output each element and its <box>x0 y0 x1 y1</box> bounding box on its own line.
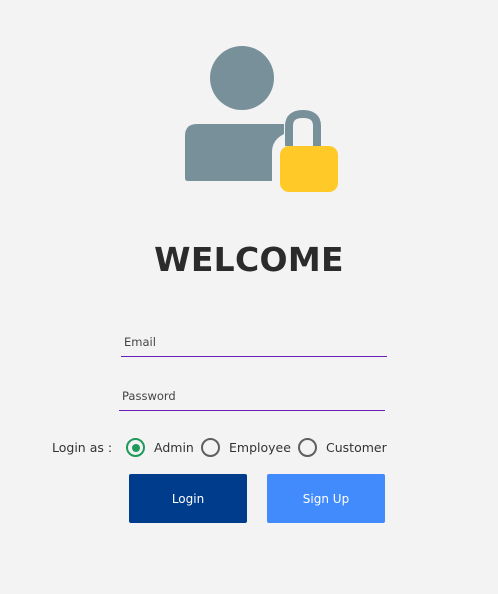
login-as-label: Login as : <box>52 440 113 455</box>
radio-unselected-icon[interactable] <box>201 438 220 457</box>
role-label-admin: Admin <box>154 440 194 455</box>
login-button[interactable]: Login <box>129 474 247 523</box>
email-field-container <box>121 330 390 357</box>
radio-unselected-icon[interactable] <box>298 438 317 457</box>
user-lock-icon <box>185 46 342 196</box>
password-field[interactable] <box>119 384 388 408</box>
role-label-employee: Employee <box>229 440 291 455</box>
signup-button[interactable]: Sign Up <box>267 474 385 523</box>
role-radio-admin[interactable]: Admin <box>126 438 194 457</box>
role-radio-employee[interactable]: Employee <box>201 438 291 457</box>
radio-selected-icon[interactable] <box>126 438 145 457</box>
role-radio-customer[interactable]: Customer <box>298 438 387 457</box>
role-label-customer: Customer <box>326 440 387 455</box>
password-field-container <box>119 384 388 411</box>
email-field[interactable] <box>121 330 390 354</box>
page-title: WELCOME <box>154 240 344 279</box>
